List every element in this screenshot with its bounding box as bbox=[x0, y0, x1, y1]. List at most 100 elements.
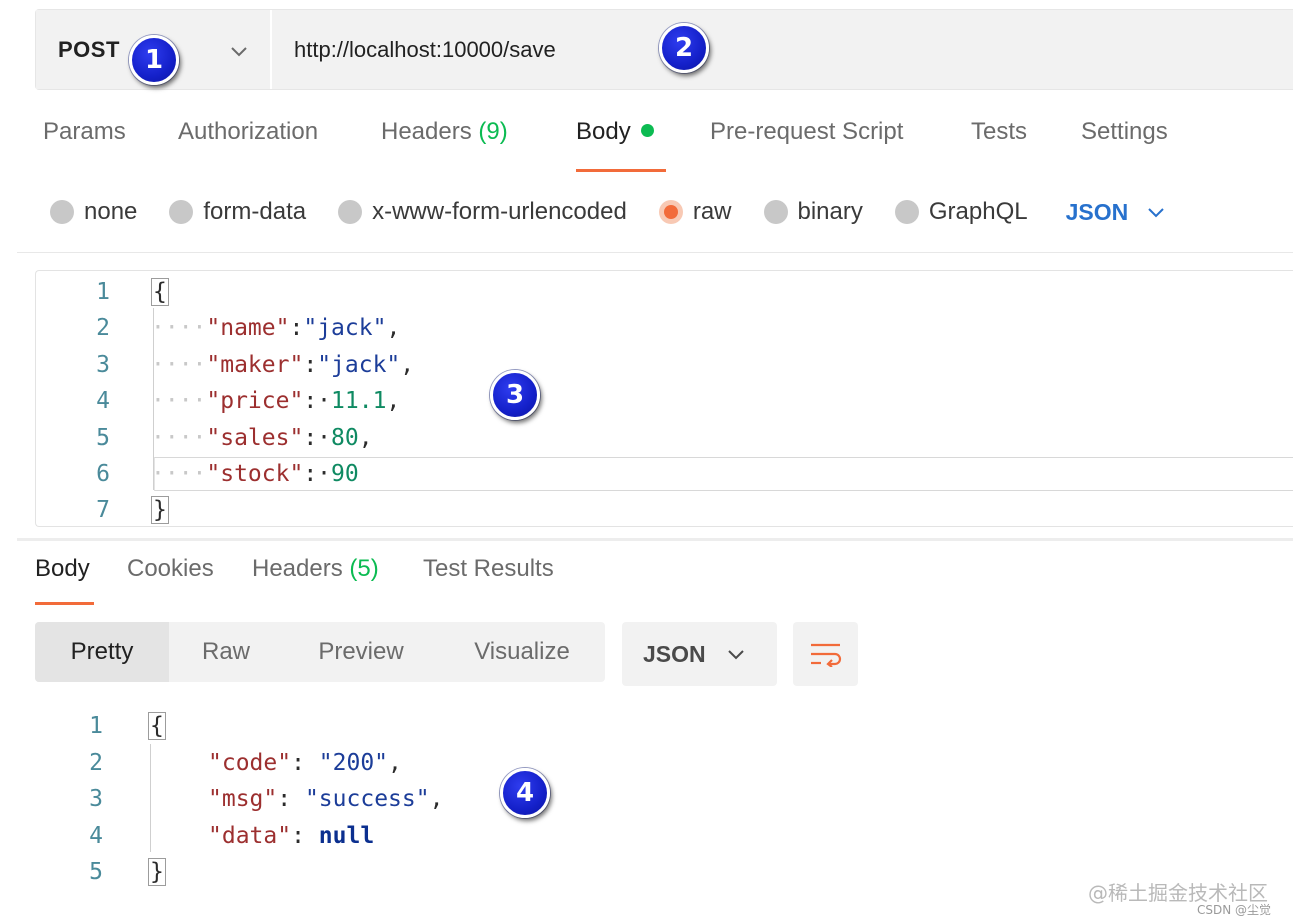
view-visualize-button[interactable]: Visualize bbox=[439, 622, 605, 682]
radio-urlencoded[interactable]: x-www-form-urlencoded bbox=[338, 198, 627, 226]
annotation-badge-1: 1 bbox=[129, 35, 179, 85]
code-line: 3 "msg": "success", bbox=[35, 781, 835, 817]
json-value: "jack" bbox=[317, 352, 401, 378]
code-line: 2 ····"name":"jack", bbox=[36, 310, 1293, 346]
response-tab-test-results-label: Test Results bbox=[423, 555, 554, 582]
tab-headers[interactable]: Headers (9) bbox=[381, 118, 576, 172]
request-tabs: Params Authorization Headers (9) Body Pr… bbox=[43, 118, 1181, 172]
json-value: "jack" bbox=[303, 315, 387, 341]
radio-none-label: none bbox=[84, 198, 138, 225]
radio-circle-icon bbox=[763, 200, 788, 224]
json-value: 80 bbox=[331, 425, 359, 451]
tab-tests-label: Tests bbox=[971, 118, 1028, 145]
json-comma: , bbox=[386, 388, 401, 414]
tab-headers-label: Headers bbox=[381, 118, 472, 145]
code-text: "code": "200", bbox=[208, 750, 402, 776]
json-key: "msg" bbox=[208, 786, 278, 812]
line-number: 3 bbox=[89, 786, 103, 812]
radio-circle-icon bbox=[169, 200, 194, 224]
url-text: http://localhost:10000/save bbox=[294, 36, 556, 62]
tab-prerequest-label: Pre-request Script bbox=[710, 118, 904, 145]
pane-divider[interactable] bbox=[17, 538, 1293, 541]
body-language-select[interactable]: JSON bbox=[1066, 199, 1167, 226]
tab-body[interactable]: Body bbox=[576, 118, 710, 172]
tab-params[interactable]: Params bbox=[43, 118, 178, 172]
url-input[interactable]: http://localhost:10000/save bbox=[270, 10, 1293, 89]
code-text: ····"maker":"jack", bbox=[151, 352, 414, 378]
radio-circle-icon bbox=[338, 200, 363, 224]
json-value: 11.1 bbox=[331, 388, 387, 414]
json-separator: :· bbox=[303, 388, 332, 414]
tab-settings[interactable]: Settings bbox=[1081, 118, 1181, 172]
code-text: ····"name":"jack", bbox=[151, 315, 400, 341]
view-pretty-button[interactable]: Pretty bbox=[35, 622, 169, 682]
line-number: 6 bbox=[96, 461, 110, 487]
json-separator: : bbox=[277, 786, 305, 812]
wrap-lines-icon bbox=[810, 643, 841, 667]
radio-selected-icon bbox=[658, 200, 683, 224]
json-key: "price" bbox=[206, 388, 304, 414]
line-number: 7 bbox=[96, 497, 110, 523]
json-separator: : bbox=[303, 352, 318, 378]
chevron-down-icon bbox=[231, 47, 247, 57]
json-key: "name" bbox=[206, 315, 290, 341]
response-tab-body[interactable]: Body bbox=[35, 555, 127, 605]
line-number: 2 bbox=[89, 750, 103, 776]
code-text: { bbox=[151, 278, 169, 306]
json-comma: , bbox=[429, 786, 444, 812]
radio-raw-label: raw bbox=[692, 198, 732, 225]
code-text: "msg": "success", bbox=[208, 786, 443, 812]
json-comma: , bbox=[386, 315, 401, 341]
line-number: 4 bbox=[96, 388, 110, 414]
radio-raw[interactable]: raw bbox=[658, 198, 732, 226]
response-headers-count-badge: (5) bbox=[349, 555, 379, 582]
tab-authorization[interactable]: Authorization bbox=[178, 118, 381, 172]
response-tabs: Body Cookies Headers (5) Test Results bbox=[35, 555, 583, 605]
json-key: "stock" bbox=[206, 461, 304, 487]
code-text: { bbox=[148, 712, 166, 740]
code-text: "data": null bbox=[208, 823, 374, 849]
response-tab-headers[interactable]: Headers (5) bbox=[252, 555, 423, 605]
radio-none[interactable]: none bbox=[50, 198, 137, 226]
tab-prerequest-script[interactable]: Pre-request Script bbox=[710, 118, 971, 172]
headers-count-badge: (9) bbox=[478, 118, 508, 145]
radio-form-data[interactable]: form-data bbox=[169, 198, 306, 226]
whitespace-marker: ···· bbox=[151, 388, 207, 414]
tab-body-label: Body bbox=[576, 118, 631, 145]
tab-settings-label: Settings bbox=[1081, 118, 1168, 145]
radio-binary-label: binary bbox=[797, 198, 863, 225]
json-value: null bbox=[318, 823, 375, 849]
whitespace-marker: ···· bbox=[151, 315, 207, 341]
code-text: ····"price":·11.1, bbox=[151, 388, 400, 414]
json-comma: , bbox=[358, 425, 373, 451]
response-tab-body-label: Body bbox=[35, 555, 90, 582]
json-value: "200" bbox=[318, 750, 389, 776]
radio-binary[interactable]: binary bbox=[763, 198, 863, 226]
response-format-label: JSON bbox=[643, 640, 706, 667]
wrap-lines-button[interactable] bbox=[793, 622, 858, 686]
line-number: 4 bbox=[89, 823, 103, 849]
response-tab-cookies[interactable]: Cookies bbox=[127, 555, 252, 605]
code-line: 6 ····"stock":·90 bbox=[36, 456, 1293, 492]
request-body-editor[interactable]: 1 { 2 ····"name":"jack", 3 ····"maker":"… bbox=[35, 270, 1293, 527]
view-raw-button[interactable]: Raw bbox=[169, 622, 283, 682]
brace-match-highlight: { bbox=[151, 278, 169, 306]
response-body-viewer: 1 { 2 "code": "200", 3 "msg": "success",… bbox=[35, 706, 835, 891]
code-text: ····"sales":·80, bbox=[151, 425, 373, 451]
radio-graphql-label: GraphQL bbox=[928, 198, 1028, 225]
whitespace-marker: ···· bbox=[151, 425, 207, 451]
radio-form-data-label: form-data bbox=[203, 198, 307, 225]
view-preview-button[interactable]: Preview bbox=[283, 622, 439, 682]
response-format-select[interactable]: JSON bbox=[622, 622, 777, 686]
tab-tests[interactable]: Tests bbox=[971, 118, 1081, 172]
json-value: "success" bbox=[304, 786, 430, 812]
response-tab-headers-label: Headers bbox=[252, 555, 343, 582]
tab-authorization-label: Authorization bbox=[178, 118, 319, 145]
radio-circle-icon bbox=[894, 200, 919, 224]
watermark-subtext: CSDN @尘觉 bbox=[1196, 903, 1271, 917]
code-line: 5 } bbox=[35, 854, 835, 890]
body-type-selector: none form-data x-www-form-urlencoded raw… bbox=[50, 194, 1166, 230]
line-number: 3 bbox=[96, 352, 110, 378]
response-tab-test-results[interactable]: Test Results bbox=[423, 555, 583, 605]
radio-graphql[interactable]: GraphQL bbox=[894, 198, 1028, 226]
